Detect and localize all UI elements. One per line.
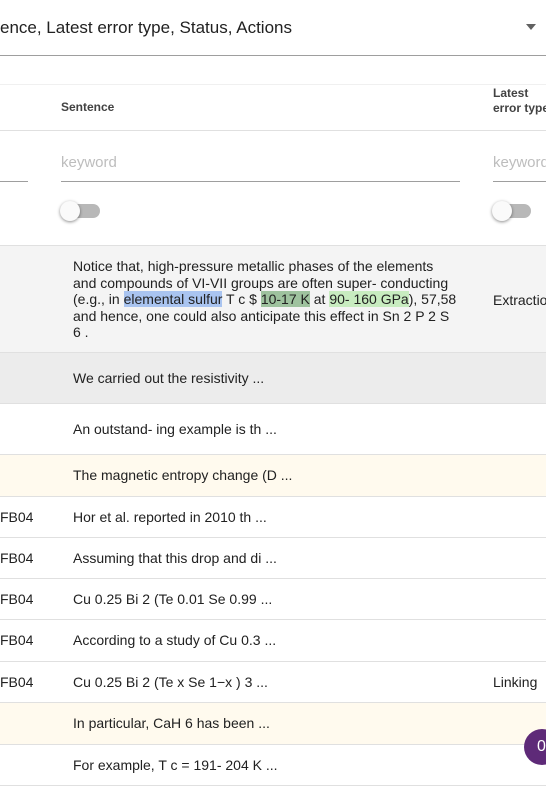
left-cell: FB04 [0, 632, 34, 648]
table-row[interactable]: For example, T c = 191- 204 K ... [0, 745, 546, 786]
error-type-cell: Extractio [493, 292, 546, 308]
left-cell: FB04 [0, 509, 34, 525]
sentence-keyword-input[interactable]: keyword [61, 155, 460, 182]
table-row[interactable]: Notice that, high-pressure metallic phas… [0, 246, 546, 353]
table-row[interactable]: FB04 Cu 0.25 Bi 2 (Te 0.01 Se 0.99 ... [0, 579, 546, 620]
sentence-text: at [309, 291, 330, 307]
header-label-line2: error type [493, 101, 546, 115]
sentence-cell: Cu 0.25 Bi 2 (Te x Se 1−x ) 3 ... [73, 674, 268, 690]
toggle-thumb[interactable] [60, 201, 80, 221]
left-cell: FB04 [0, 550, 34, 566]
header-top-divider [0, 84, 546, 85]
highlight-pressure[interactable]: 90- 160 GPa [329, 291, 409, 307]
sentence-cell: The magnetic entropy change (D ... [73, 467, 293, 483]
sentence-cell: According to a study of Cu 0.3 ... [73, 632, 277, 648]
table-row[interactable]: FB04 According to a study of Cu 0.3 ... [0, 620, 546, 662]
sentence-cell: Cu 0.25 Bi 2 (Te 0.01 Se 0.99 ... [73, 591, 273, 607]
header-label-line1: Latest [493, 86, 529, 100]
table-row[interactable]: FB04 Cu 0.25 Bi 2 (Te x Se 1−x ) 3 ... L… [0, 662, 546, 703]
toggle-thumb[interactable] [492, 201, 512, 221]
sentence-cell: Hor et al. reported in 2010 th ... [73, 509, 267, 525]
highlight-tc-value[interactable]: 10-17 K [260, 291, 310, 307]
sentence-cell: We carried out the resistivity ... [73, 370, 265, 386]
header-divider [0, 130, 546, 131]
left-cell: FB04 [0, 591, 34, 607]
table-row[interactable]: An outstand- ing example is th ... [0, 404, 546, 455]
sentence-text: T c $ [222, 291, 261, 307]
column-header-sentence[interactable]: Sentence [61, 100, 114, 114]
error-type-cell: Linking [493, 674, 538, 690]
filter-input-left[interactable] [0, 155, 28, 182]
chevron-down-icon[interactable] [526, 24, 536, 30]
table-row[interactable]: In particular, CaH 6 has been ... [0, 703, 546, 745]
column-select[interactable]: ence, Latest error type, Status, Actions [0, 0, 546, 56]
error-keyword-input[interactable]: keyword [493, 155, 546, 182]
sentence-cell: Notice that, high-pressure metallic phas… [73, 258, 458, 341]
left-cell: FB04 [0, 674, 34, 690]
fab-label: 0 [537, 738, 546, 755]
sentence-cell: Assuming that this drop and di ... [73, 550, 277, 566]
sentence-cell: In particular, CaH 6 has been ... [73, 715, 270, 731]
column-header-latest-error-type[interactable]: Latest error type [493, 86, 546, 116]
table-row[interactable]: FB04 Hor et al. reported in 2010 th ... [0, 497, 546, 538]
column-select-value: ence, Latest error type, Status, Actions [0, 18, 292, 37]
sentence-cell: For example, T c = 191- 204 K ... [73, 757, 278, 773]
table-row[interactable]: We carried out the resistivity ... [0, 353, 546, 404]
highlight-material[interactable]: elemental sulfur [123, 291, 223, 307]
table-row[interactable]: The magnetic entropy change (D ... [0, 455, 546, 497]
sentence-cell: An outstand- ing example is th ... [73, 421, 277, 437]
table-row[interactable]: FB04 Assuming that this drop and di ... [0, 538, 546, 579]
